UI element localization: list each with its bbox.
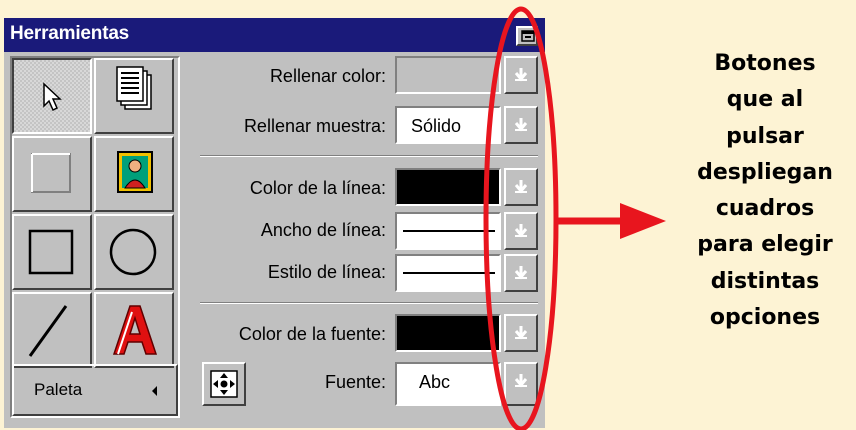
annotation-line: opciones xyxy=(709,305,821,331)
annotation-text: Botones que al pulsar despliegan cuadros… xyxy=(675,46,855,336)
highlight-ellipse xyxy=(483,6,559,430)
arrow-head-icon xyxy=(620,203,666,239)
annotation-line: despliegan xyxy=(697,159,833,185)
annotation-line: para elegir xyxy=(697,232,833,258)
annotation-line: pulsar xyxy=(726,123,804,149)
annotation-line: que al xyxy=(726,87,804,113)
annotation-line: Botones xyxy=(714,51,816,76)
annotation-line: distintas xyxy=(710,268,820,294)
annotation-line: cuadros xyxy=(715,196,815,222)
